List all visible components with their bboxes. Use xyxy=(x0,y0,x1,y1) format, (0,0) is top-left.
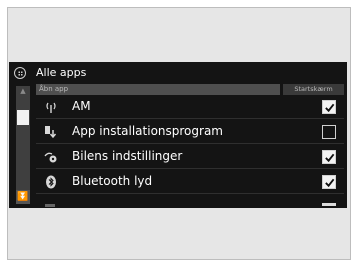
apps-grid-icon[interactable] xyxy=(14,67,26,79)
home-screen-checkbox[interactable] xyxy=(322,150,336,164)
column-header-home-screen: Startskærm xyxy=(283,84,344,95)
home-screen-checkbox[interactable] xyxy=(322,100,336,114)
column-header-open-app: Åbn app xyxy=(36,84,280,95)
scroll-thumb[interactable] xyxy=(17,110,29,125)
home-screen-checkbox[interactable] xyxy=(322,175,336,189)
app-label: App installationsprogram xyxy=(72,124,223,138)
app-installer-icon xyxy=(44,125,58,139)
scroll-up-icon[interactable]: ▲ xyxy=(16,86,30,96)
title-row: Alle apps xyxy=(9,62,347,84)
home-screen-checkbox[interactable] xyxy=(322,125,336,139)
page-title: Alle apps xyxy=(36,66,87,79)
app-label: Bilens indstillinger xyxy=(72,149,183,163)
list-item-partial[interactable] xyxy=(36,202,344,208)
app-label: Bluetooth lyd xyxy=(72,174,153,188)
radio-antenna-icon xyxy=(44,100,58,114)
list-item-app-installer[interactable]: App installationsprogram xyxy=(36,120,344,144)
car-settings-icon xyxy=(44,150,58,164)
scrollbar[interactable]: ▲ ⏬ xyxy=(16,86,30,204)
all-apps-screen: Alle apps Åbn app Startskærm ▲ ⏬ AM App … xyxy=(9,62,347,208)
home-screen-checkbox[interactable] xyxy=(322,203,336,206)
list-item-bluetooth-audio[interactable]: Bluetooth lyd xyxy=(36,170,344,194)
list-item-car-settings[interactable]: Bilens indstillinger xyxy=(36,145,344,169)
app-icon xyxy=(45,204,55,207)
app-label: AM xyxy=(72,99,91,113)
list-item-am[interactable]: AM xyxy=(36,95,344,119)
bluetooth-icon xyxy=(44,175,58,189)
chevron-double-down-icon[interactable]: ⏬ xyxy=(16,190,30,204)
